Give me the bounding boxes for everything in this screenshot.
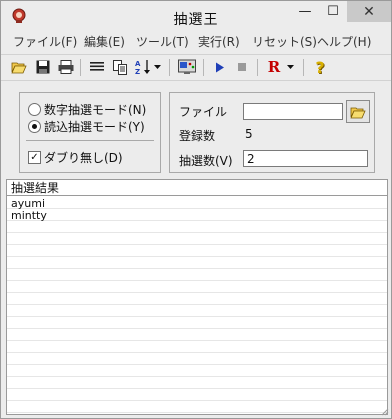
play-icon [216,62,224,72]
stop-button[interactable] [233,58,251,76]
toolbar: AZ R ? [1,54,391,81]
draw-count-label: 抽選数(V) [179,154,233,168]
open-button[interactable] [10,58,28,76]
list-icon [90,62,104,71]
dropdown-arrow-icon [286,65,294,69]
list-item[interactable]: mintty [11,210,47,222]
resize-grip-icon[interactable] [379,406,389,416]
file-info-group: ファイル 登録数 5 抽選数(V) 2 [169,92,375,173]
app-window: 抽選王 — ☐ ✕ ファイル(F) 編集(E) ツール(T) 実行(R) リセッ… [0,0,392,419]
help-icon: ? [315,57,325,77]
menu-edit[interactable]: 編集(E) [84,32,125,53]
radio-entry-mode[interactable] [28,120,41,133]
copy-button[interactable] [111,58,129,76]
count-value: 5 [245,127,253,141]
stop-icon [238,63,246,71]
draw-count-field[interactable]: 2 [243,150,368,167]
close-icon: ✕ [363,3,375,20]
results-list[interactable]: 抽選結果 ayumi mintty [6,179,388,415]
close-button[interactable]: ✕ [347,1,391,22]
svg-text:Z: Z [135,68,140,75]
svg-text:A: A [135,60,141,68]
divider [26,140,154,141]
sort-button[interactable]: AZ [134,58,152,76]
maximize-button[interactable]: ☐ [319,1,347,22]
reset-button[interactable]: R [265,58,283,76]
play-button[interactable] [211,58,229,76]
menu-reset[interactable]: リセット(S) [252,32,317,53]
results-header[interactable]: 抽選結果 [7,180,387,196]
maximize-icon: ☐ [327,4,339,19]
no-duplicates-label[interactable]: ダブり無し(D) [44,149,123,166]
browse-file-button[interactable] [346,100,370,123]
file-label: ファイル [179,105,228,119]
radio-number-mode-label[interactable]: 数字抽選モード(N) [44,101,146,118]
reset-r-icon: R [267,58,281,76]
radio-entry-mode-label[interactable]: 読込抽選モード(Y) [44,118,145,135]
mode-group: 数字抽選モード(N) 読込抽選モード(Y) ✓ ダブり無し(D) [19,92,161,173]
open-folder-icon [350,107,366,118]
settings-icon [178,59,196,74]
menu-help[interactable]: ヘルプ(H) [317,32,371,53]
results-body: ayumi mintty [7,197,387,413]
copy-icon [112,59,127,75]
menu-run[interactable]: 実行(R) [198,32,240,53]
menu-bar: ファイル(F) 編集(E) ツール(T) 実行(R) リセット(S) ヘルプ(H… [1,32,391,53]
radio-number-mode[interactable] [28,103,41,116]
sort-dropdown[interactable] [152,58,162,76]
reset-dropdown[interactable] [285,58,295,76]
open-folder-icon [11,62,27,74]
title-bar: 抽選王 — ☐ ✕ [1,1,391,32]
count-label: 登録数 [179,129,216,143]
minimize-button[interactable]: — [291,1,319,22]
print-icon [58,60,74,74]
save-button[interactable] [34,58,52,76]
help-button[interactable]: ? [311,57,329,77]
list-button[interactable] [88,58,106,76]
menu-file[interactable]: ファイル(F) [13,32,77,53]
sort-az-icon: AZ [135,60,150,75]
checkmark-icon: ✓ [30,152,39,163]
file-path-field[interactable] [243,103,343,120]
settings-button[interactable] [178,58,196,76]
minimize-icon: — [298,4,312,19]
no-duplicates-checkbox[interactable]: ✓ [28,151,41,164]
dropdown-arrow-icon [153,65,161,69]
menu-tools[interactable]: ツール(T) [136,32,189,53]
print-button[interactable] [57,58,75,76]
save-icon [36,60,50,74]
